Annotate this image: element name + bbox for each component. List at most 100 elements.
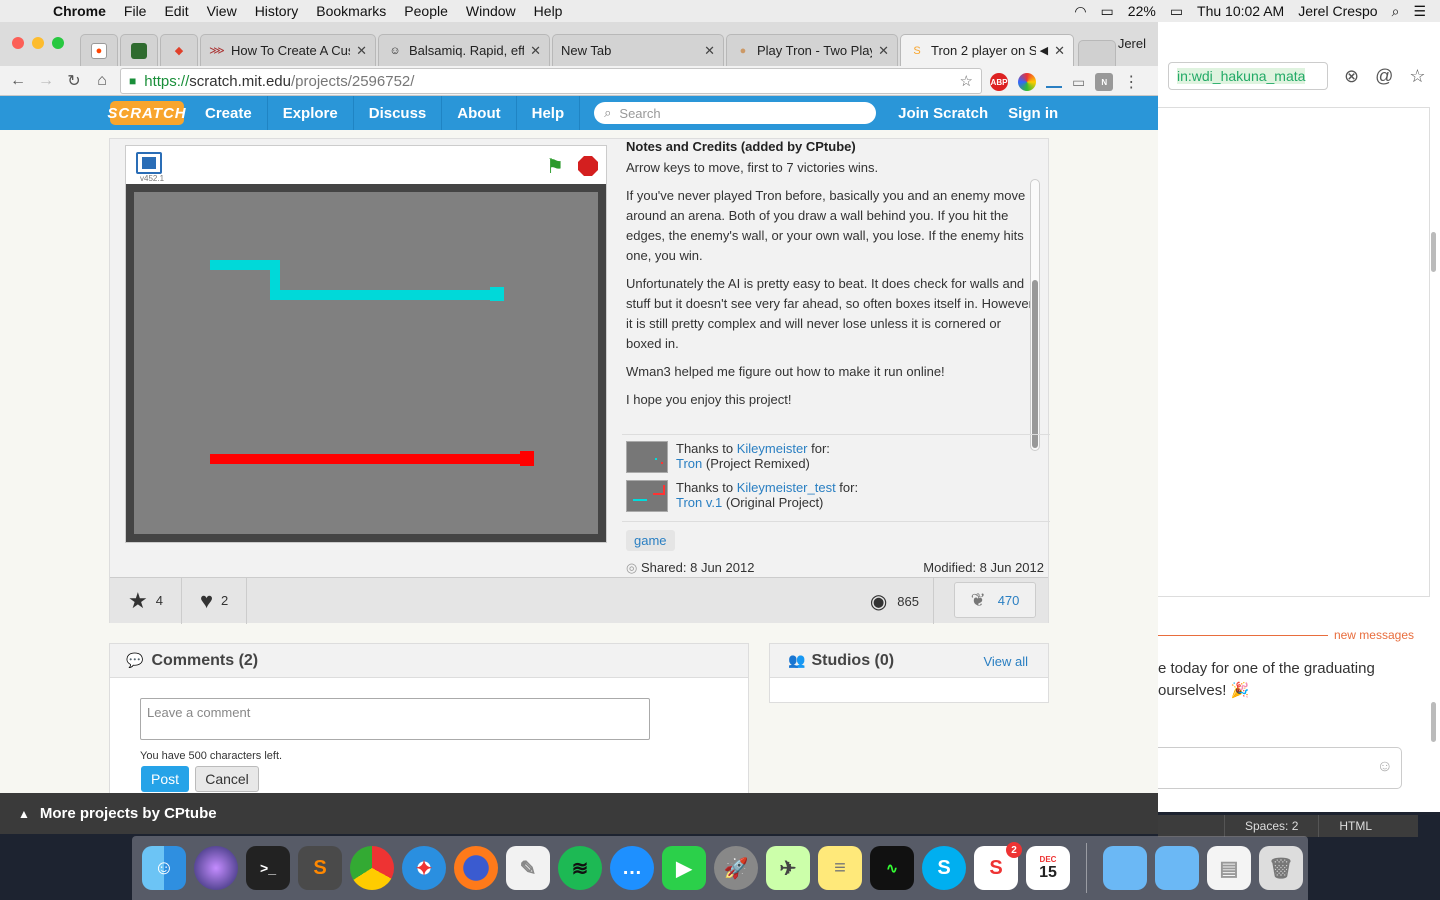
bg-scrollbar[interactable] [1431,232,1436,272]
notes-scrollbar[interactable] [1030,179,1040,451]
status-spaces[interactable]: Spaces: 2 [1224,815,1318,837]
post-button[interactable]: Post [141,766,189,792]
skype-icon[interactable]: S [922,846,966,890]
tab-close-icon[interactable]: ✕ [356,43,367,59]
nav-explore[interactable]: Explore [268,96,354,130]
view-all-link[interactable]: View all [983,654,1028,669]
green-flag-icon[interactable]: ⚑ [546,154,564,179]
tab-close-icon[interactable]: ✕ [878,43,889,59]
remix-tree-button[interactable]: ❦ 470 [954,582,1036,618]
user-name[interactable]: Jerel Crespo [1298,3,1377,19]
remix-thumbnail[interactable] [626,480,668,512]
forward-icon[interactable]: → [32,72,60,90]
tab-pinned-git[interactable]: ◆ [160,34,198,66]
project-stage[interactable] [126,184,606,542]
tab-pinned-green[interactable] [120,34,158,66]
status-syntax[interactable]: HTML [1318,815,1392,837]
menu-app-name[interactable]: Chrome [44,3,115,19]
nav-create[interactable]: Create [190,96,268,130]
love-button[interactable]: ♥ 2 [182,577,248,624]
tab-close-icon[interactable]: ✕ [704,43,715,59]
tab-close-icon[interactable]: ✕ [530,43,541,59]
spotlight-icon[interactable]: ⌕ [1392,3,1400,20]
launchpad-icon[interactable]: 🚀 [714,846,758,890]
remix-project-link[interactable]: Tron v.1 [676,495,722,510]
address-bar[interactable]: ■ https://scratch.mit.edu/projects/25967… [120,68,982,94]
star-icon[interactable]: ☆ [1409,66,1425,87]
stop-sign-icon[interactable] [578,156,598,176]
menu-people[interactable]: People [395,3,457,19]
activity-monitor-icon[interactable]: ∿ [870,846,914,890]
spotify-icon[interactable]: ≋ [558,846,602,890]
menu-history[interactable]: History [246,3,308,19]
clock[interactable]: Thu 10:02 AM [1197,3,1284,19]
tab-play-tron[interactable]: ● Play Tron - Two Playe ✕ [726,34,898,66]
scratch-search-input[interactable]: ⌕ Search [594,102,877,124]
menu-file[interactable]: File [115,3,156,19]
bg-search-field[interactable]: in:wdi_hakuna_mata [1168,62,1328,90]
trash-icon[interactable]: 🗑 [1259,846,1303,890]
tab-tron-scratch-active[interactable]: S Tron 2 player on S ◀ ✕ [900,34,1074,66]
menu-window[interactable]: Window [457,3,525,19]
tab-balsamiq[interactable]: ☺ Balsamiq. Rapid, effe ✕ [378,34,550,66]
slack-icon[interactable]: S2 [974,842,1022,890]
minimize-extension-icon[interactable] [1046,86,1062,88]
at-mention-icon[interactable]: @ [1375,66,1393,87]
adblock-plus-icon[interactable]: ABP [990,73,1008,91]
zoom-window-button[interactable] [52,37,64,49]
tab-new-tab[interactable]: New Tab ✕ [552,34,724,66]
safari-icon[interactable]: ✦ [402,846,446,890]
battery-icon[interactable]: ▭ [1170,3,1183,20]
folder-icon[interactable] [1103,846,1147,890]
calendar-icon[interactable]: DEC 15 [1026,846,1070,890]
favorite-button[interactable]: ★ 4 [110,577,182,624]
notion-icon[interactable]: N [1095,73,1114,91]
tab-how-to-create[interactable]: ⋙ How To Create A Cus ✕ [200,34,376,66]
profile-button[interactable]: Jerel [1118,36,1146,51]
fullscreen-icon[interactable] [136,152,162,174]
wifi-icon[interactable]: ◠ [1074,3,1086,20]
notification-center-icon[interactable]: ☰ [1413,3,1426,20]
speaker-icon[interactable]: ◀ [1040,44,1048,57]
finder-icon[interactable]: ☺ [142,846,186,890]
close-window-button[interactable] [12,37,24,49]
siri-icon[interactable] [194,846,238,890]
back-icon[interactable]: ← [4,72,32,90]
more-projects-bar[interactable]: ▲ More projects by CPtube [0,793,1158,834]
menu-edit[interactable]: Edit [155,3,197,19]
battery-percent[interactable]: 22% [1128,3,1156,19]
tab-pinned-reddit[interactable]: ● [80,34,118,66]
emoji-icon[interactable]: ☺ [1377,758,1393,776]
close-circle-icon[interactable]: ⊗ [1344,66,1359,87]
new-tab-button[interactable] [1078,40,1116,66]
menu-help[interactable]: Help [525,3,572,19]
remix-project-link[interactable]: Tron [676,456,702,471]
sublime-text-icon[interactable]: S [298,846,342,890]
documents-stack-icon[interactable]: ▤ [1207,846,1251,890]
nav-help[interactable]: Help [517,96,581,130]
cancel-button[interactable]: Cancel [195,766,259,792]
comment-textarea[interactable]: Leave a comment [140,698,650,740]
remix-user-link[interactable]: Kileymeister [737,441,808,456]
nav-about[interactable]: About [442,96,517,130]
bg-message-input[interactable]: ☺ [1158,747,1402,789]
join-scratch-link[interactable]: Join Scratch [888,105,998,122]
tab-close-icon[interactable]: ✕ [1054,43,1065,59]
terminal-icon[interactable]: >_ [246,846,290,890]
menu-bookmarks[interactable]: Bookmarks [307,3,395,19]
sign-in-link[interactable]: Sign in [998,105,1068,122]
minimize-window-button[interactable] [32,37,44,49]
textedit-icon[interactable]: ✎ [506,846,550,890]
firefox-icon[interactable] [454,846,498,890]
reload-icon[interactable]: ↻ [60,71,88,91]
remix-thumbnail[interactable] [626,441,668,473]
menu-view[interactable]: View [198,3,246,19]
scratch-logo[interactable]: SCRATCH [107,101,186,125]
bookmark-star-icon[interactable]: ☆ [960,72,981,90]
airplay-icon[interactable]: ▭ [1101,3,1114,20]
facetime-icon[interactable]: ▶ [662,846,706,890]
cast-icon[interactable]: ▭ [1072,74,1085,91]
bg-scrollbar-2[interactable] [1431,702,1436,742]
chrome-icon[interactable] [350,846,394,890]
home-icon[interactable]: ⌂ [88,72,116,90]
